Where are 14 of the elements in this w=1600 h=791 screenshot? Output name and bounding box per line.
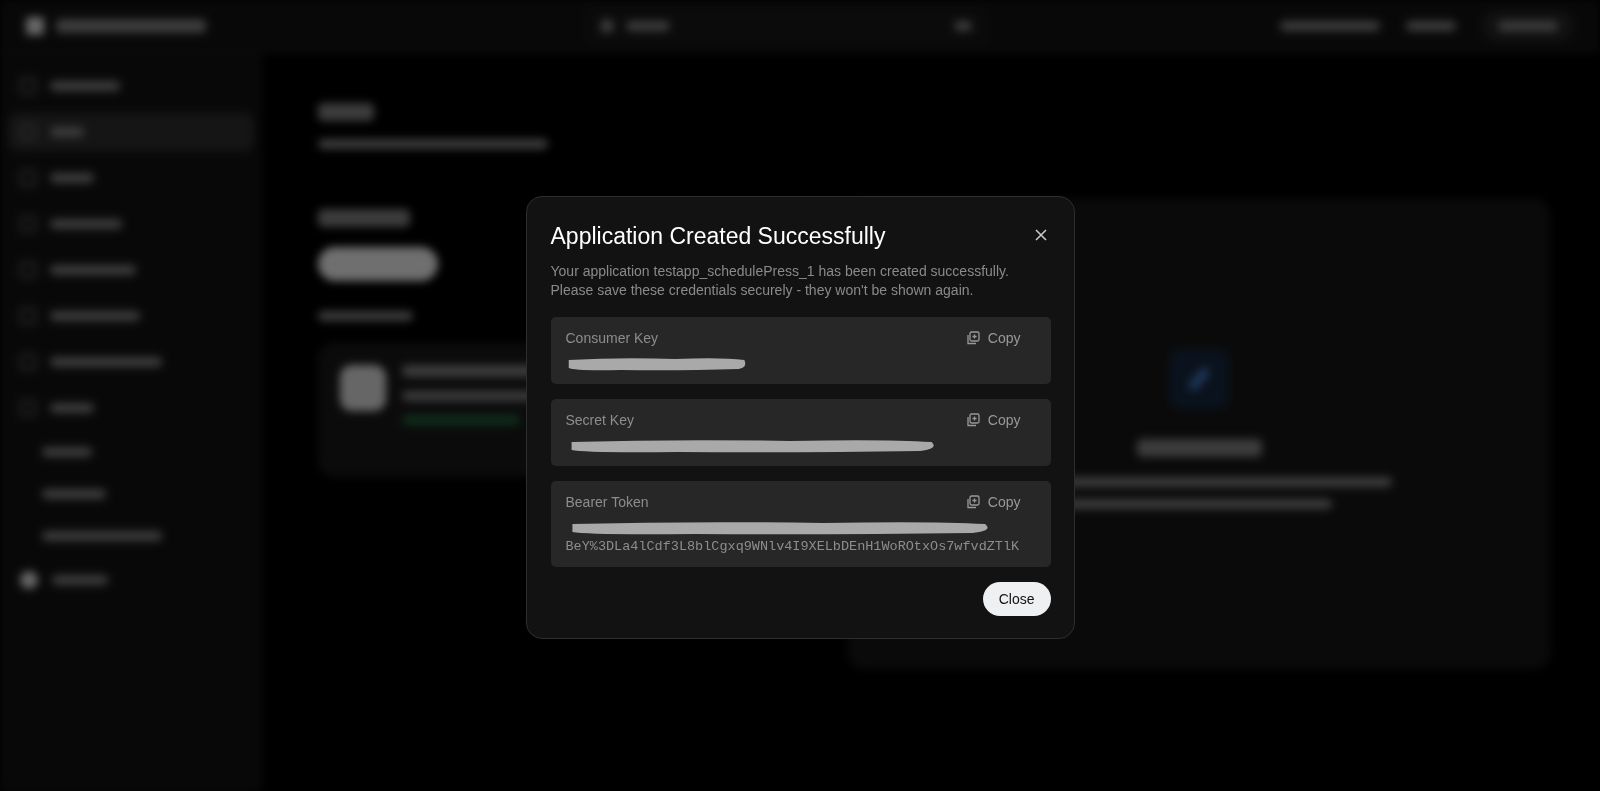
close-button[interactable]: Close bbox=[982, 582, 1051, 616]
dialog-title: Application Created Successfully bbox=[550, 223, 886, 250]
copy-button[interactable]: Copy bbox=[965, 330, 1021, 346]
copy-icon bbox=[965, 331, 980, 345]
dialog-message: Please save these credentials securely - they won't be shown again. bbox=[550, 281, 975, 300]
dialog-message: Your application testapp_schedulePress_1 has been created successfully. bbox=[550, 262, 1010, 281]
copy-icon bbox=[965, 495, 980, 509]
credential-label: Bearer Token bbox=[565, 494, 649, 510]
copy-button[interactable]: Copy bbox=[965, 412, 1021, 428]
credential-label: Secret Key bbox=[565, 412, 634, 428]
copy-icon bbox=[965, 413, 980, 427]
copy-button[interactable]: Copy bbox=[965, 494, 1021, 510]
credential-value: BeY%3DLa4lCdf3L8blCgxq9WNlv4I9XELbDEnH1WoROtxOs7wfvdZTlK bbox=[565, 539, 1021, 554]
credential-label: Consumer Key bbox=[565, 330, 659, 346]
